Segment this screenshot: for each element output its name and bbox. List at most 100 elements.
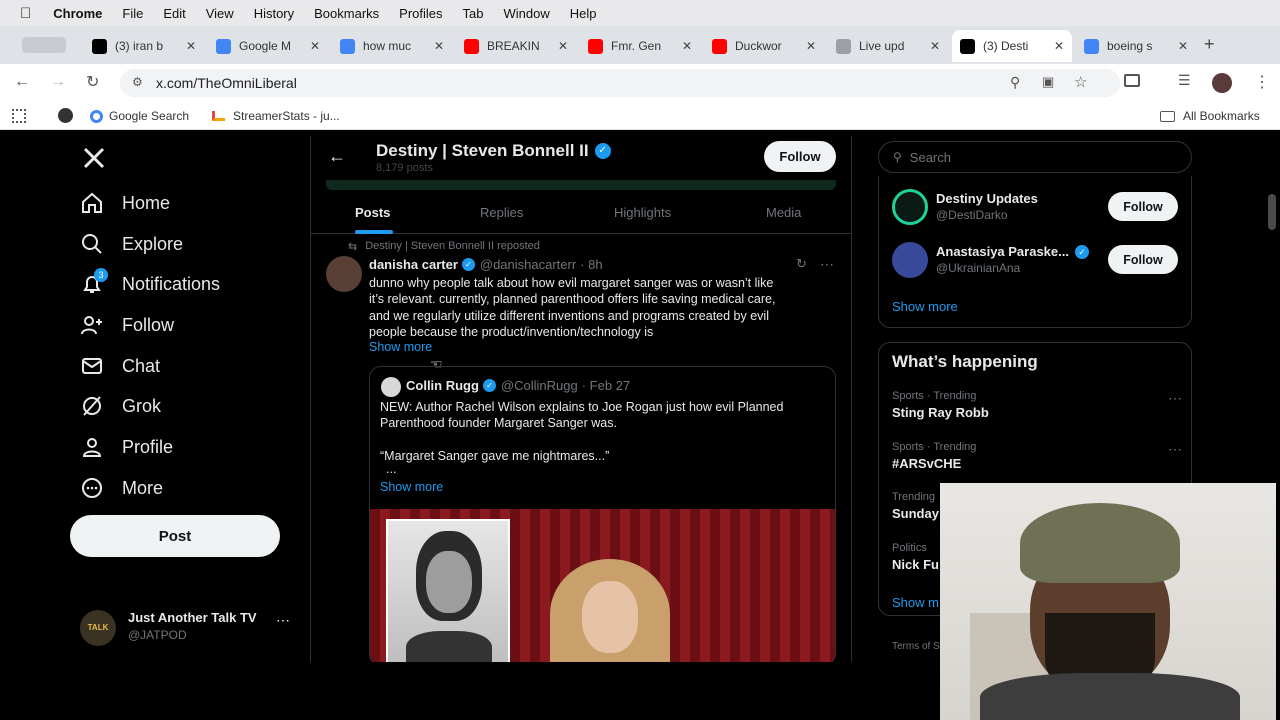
- menu-edit[interactable]: Edit: [163, 6, 185, 21]
- person-plus-icon: [81, 316, 102, 335]
- menu-bookmarks[interactable]: Bookmarks: [314, 6, 379, 21]
- tab-title: (3) iran b: [115, 39, 164, 53]
- tab-3[interactable]: how muc ✕: [332, 30, 452, 62]
- tweet-avatar[interactable]: [326, 256, 362, 292]
- back-icon[interactable]: ←: [14, 73, 30, 91]
- nav-notifications[interactable]: Notifications 3: [80, 264, 220, 304]
- install-icon[interactable]: ▣: [1042, 74, 1054, 90]
- tab-5[interactable]: Fmr. Gen ✕: [580, 30, 700, 62]
- destiny-updates-avatar[interactable]: [892, 189, 928, 225]
- bookmark-google-search[interactable]: Google Search: [90, 109, 189, 123]
- tab-posts[interactable]: Posts: [355, 205, 390, 220]
- suggest-name[interactable]: Anastasiya Paraske...: [936, 244, 1069, 259]
- close-tab-icon[interactable]: ✕: [1178, 39, 1188, 53]
- tweet-show-more[interactable]: Show more: [369, 340, 432, 354]
- trend-item[interactable]: Sports · Trending Sting Ray Robb ⋯: [892, 390, 1182, 420]
- media-icon[interactable]: ☰: [1178, 72, 1191, 89]
- profile-header-name: Destiny | Steven Bonnell II ✓: [376, 141, 611, 161]
- reload-icon[interactable]: ↻: [86, 72, 99, 92]
- quote-media[interactable]: [370, 509, 835, 665]
- more-icon[interactable]: ⋯: [1168, 390, 1182, 407]
- tab-6[interactable]: Duckwor ✕: [704, 30, 824, 62]
- star-icon[interactable]: ☆: [1074, 73, 1087, 91]
- cast-icon[interactable]: [1124, 74, 1140, 87]
- menu-profiles[interactable]: Profiles: [399, 6, 442, 21]
- tweet-handle[interactable]: @danishacarterr: [480, 257, 576, 272]
- close-tab-icon[interactable]: ✕: [806, 39, 816, 53]
- forward-icon[interactable]: →: [50, 73, 66, 91]
- search-box[interactable]: ⚲ Search: [878, 141, 1192, 173]
- back-arrow-icon[interactable]: ←: [328, 146, 346, 167]
- close-tab-icon[interactable]: ✕: [186, 39, 196, 53]
- close-tab-icon[interactable]: ✕: [1054, 39, 1064, 53]
- nav-more[interactable]: More: [80, 468, 163, 508]
- new-tab-button[interactable]: +: [1204, 34, 1215, 55]
- close-tab-icon[interactable]: ✕: [310, 39, 320, 53]
- nav-profile[interactable]: Profile: [80, 427, 173, 467]
- tab-4[interactable]: BREAKIN ✕: [456, 30, 576, 62]
- more-icon[interactable]: ⋯: [820, 256, 834, 273]
- tab-title: Fmr. Gen: [611, 39, 662, 53]
- zoom-icon[interactable]: ⚲: [1010, 74, 1020, 91]
- nav-grok[interactable]: Grok: [80, 386, 161, 426]
- close-tab-icon[interactable]: ✕: [930, 39, 940, 53]
- tab-media[interactable]: Media: [766, 205, 801, 220]
- happening-show-more[interactable]: Show m: [892, 595, 939, 610]
- all-bookmarks[interactable]: All Bookmarks: [1160, 109, 1260, 123]
- trend-item[interactable]: Sports · Trending #ARSvCHE ⋯: [892, 441, 1182, 471]
- follow-button[interactable]: Follow: [764, 141, 836, 172]
- tab-search-icon[interactable]: [22, 37, 66, 53]
- menu-history[interactable]: History: [254, 6, 294, 21]
- tab-highlights[interactable]: Highlights: [614, 205, 671, 220]
- nav-home[interactable]: Home: [80, 183, 170, 223]
- menu-window[interactable]: Window: [504, 6, 550, 21]
- quote-tweet[interactable]: Collin Rugg ✓ @CollinRugg · Feb 27 NEW: …: [369, 366, 836, 666]
- menu-help[interactable]: Help: [570, 6, 597, 21]
- bookmarks-bar: Google Search StreamerStats - ju... All …: [0, 102, 1280, 130]
- quote-show-more[interactable]: Show more: [380, 480, 443, 494]
- grok-icon[interactable]: ↻: [796, 256, 807, 272]
- tab-replies[interactable]: Replies: [480, 205, 523, 220]
- anastasiya-avatar[interactable]: [892, 242, 928, 278]
- suggest-name[interactable]: Destiny Updates: [936, 191, 1038, 206]
- post-button[interactable]: Post: [70, 515, 280, 557]
- search-icon: ⚲: [893, 150, 902, 164]
- close-tab-icon[interactable]: ✕: [682, 39, 692, 53]
- page-scrollbar[interactable]: [1268, 194, 1276, 230]
- tab-2[interactable]: Google M ✕: [208, 30, 328, 62]
- close-tab-icon[interactable]: ✕: [434, 39, 444, 53]
- more-icon[interactable]: ⋯: [276, 612, 290, 629]
- apple-icon[interactable]: : [20, 5, 31, 22]
- site-settings-icon[interactable]: ⚙: [132, 75, 143, 89]
- bookmark-streamerstats[interactable]: StreamerStats - ju...: [212, 109, 340, 123]
- tab-8[interactable]: (3) Desti ✕: [952, 30, 1072, 62]
- tab-favicon-icon: [960, 38, 975, 54]
- chrome-menu-icon[interactable]: ⋮: [1254, 72, 1270, 92]
- nav-explore[interactable]: Explore: [80, 224, 183, 264]
- menu-app-name[interactable]: Chrome: [53, 6, 102, 21]
- menu-file[interactable]: File: [122, 6, 143, 21]
- tab-1[interactable]: (3) iran b ✕: [84, 30, 204, 62]
- tweet-author[interactable]: danisha carter: [369, 257, 458, 272]
- trend-category: Sports · Trending: [892, 441, 977, 453]
- tweet-time[interactable]: · 8h: [580, 257, 602, 272]
- follow-button[interactable]: Follow: [1108, 192, 1178, 221]
- account-switcher[interactable]: TALK Just Another Talk TV @JATPOD ⋯: [80, 608, 295, 650]
- footer-links[interactable]: Terms of S: [892, 641, 940, 652]
- who-show-more[interactable]: Show more: [892, 299, 958, 314]
- nav-chat[interactable]: Chat: [80, 346, 160, 386]
- apps-grid-icon[interactable]: [12, 109, 26, 123]
- avatar[interactable]: [1212, 73, 1232, 93]
- follow-button[interactable]: Follow: [1108, 245, 1178, 274]
- address-bar[interactable]: ⚙ x.com/TheOmniLiberal ⚲ ▣ ☆: [120, 69, 1120, 97]
- globe-icon[interactable]: [58, 108, 73, 123]
- tab-7[interactable]: Live upd ✕: [828, 30, 948, 62]
- more-icon[interactable]: ⋯: [1168, 441, 1182, 458]
- menu-tab[interactable]: Tab: [463, 6, 484, 21]
- x-logo-icon[interactable]: [82, 146, 106, 170]
- close-tab-icon[interactable]: ✕: [558, 39, 568, 53]
- notification-badge: 3: [94, 268, 108, 282]
- nav-follow[interactable]: Follow: [80, 305, 174, 345]
- menu-view[interactable]: View: [206, 6, 234, 21]
- tab-9[interactable]: boeing s ✕: [1076, 30, 1196, 62]
